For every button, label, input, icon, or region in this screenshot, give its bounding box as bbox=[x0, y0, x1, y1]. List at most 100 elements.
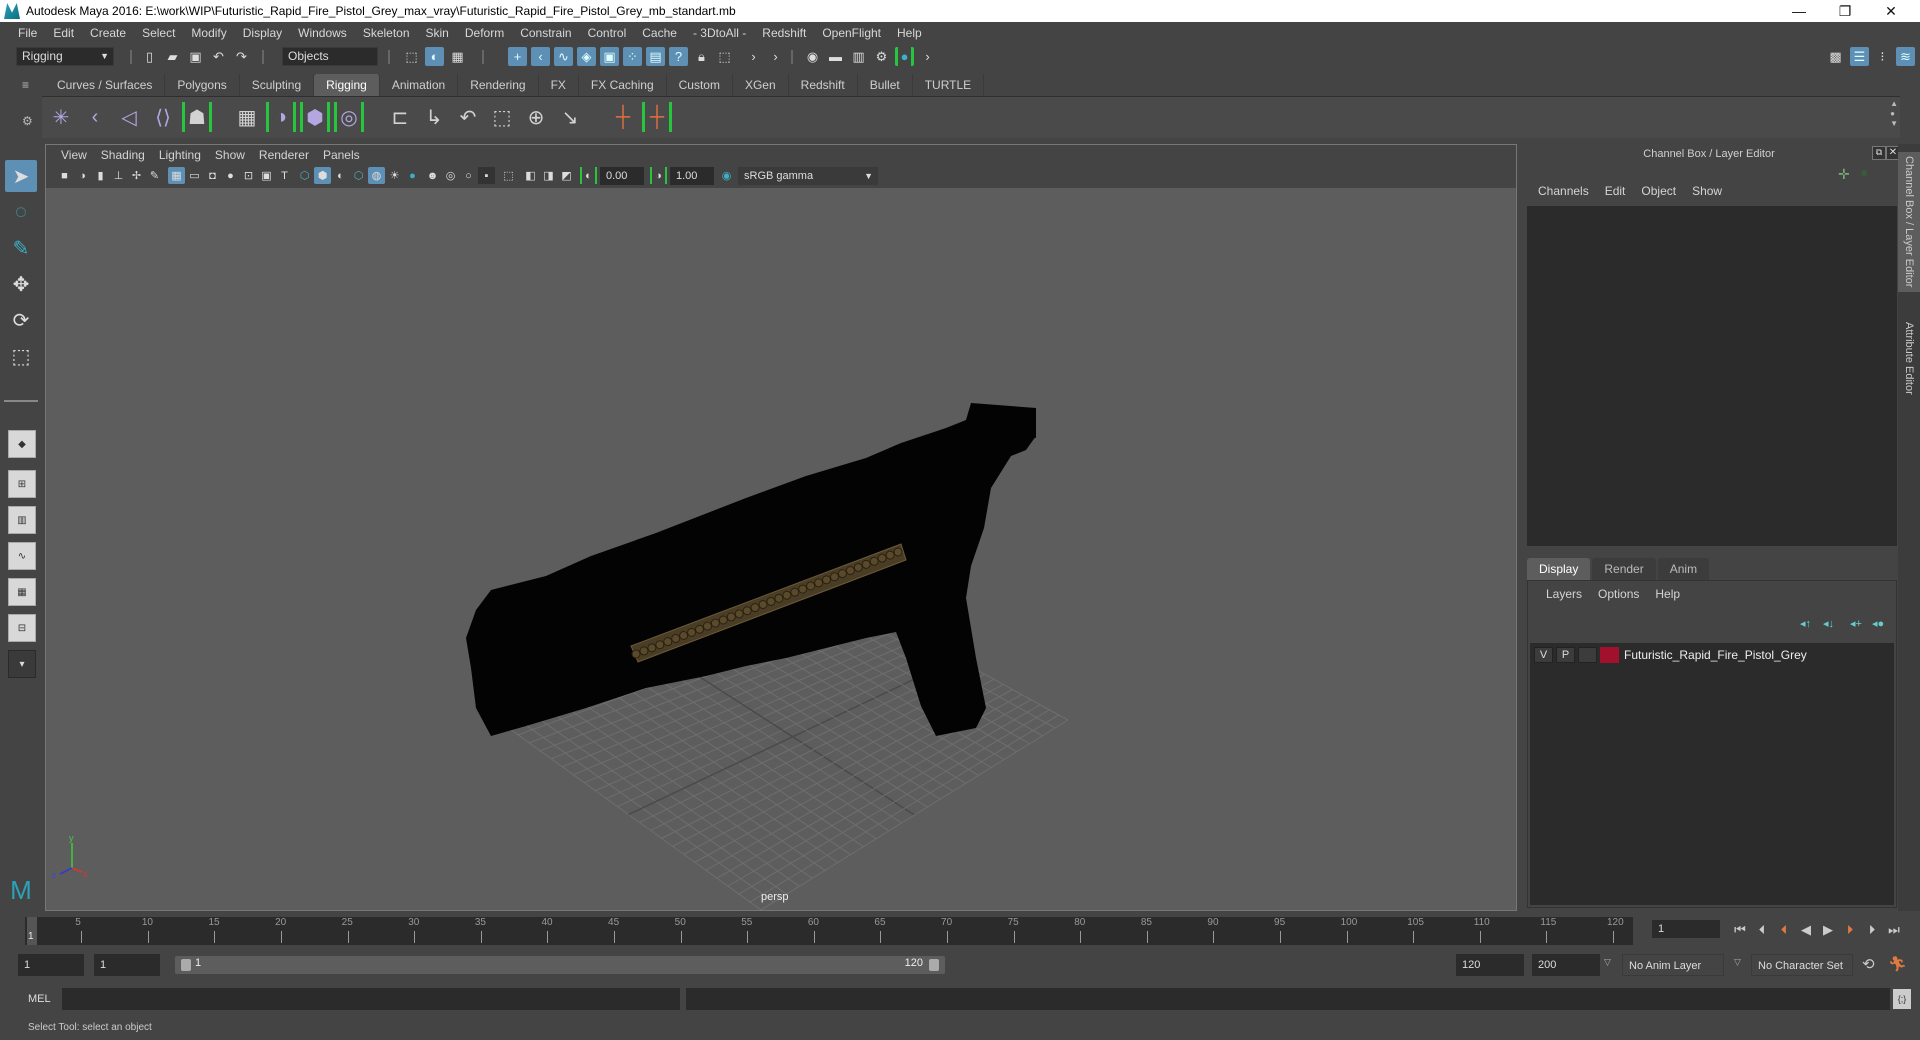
new-layer-icon[interactable]: ◂+ bbox=[1850, 617, 1862, 630]
viewport-menu-show[interactable]: Show bbox=[208, 148, 252, 162]
attribute-editor-toggle-icon[interactable]: ☰ bbox=[1850, 47, 1869, 66]
isolate-select-icon[interactable]: ⬚ bbox=[500, 167, 517, 184]
menu-display[interactable]: Display bbox=[235, 26, 290, 40]
persp-outliner-graph-layout-icon[interactable]: ⊟ bbox=[8, 614, 36, 642]
humanik-icon[interactable]: ☗ bbox=[182, 102, 212, 132]
shelf-tab-rendering[interactable]: Rendering bbox=[458, 74, 539, 96]
snap-grid-icon[interactable]: + bbox=[508, 47, 527, 66]
undo-icon[interactable]: ↶ bbox=[209, 47, 228, 66]
menu-control[interactable]: Control bbox=[580, 26, 635, 40]
shelf-tab-fx-caching[interactable]: FX Caching bbox=[578, 74, 667, 96]
snap-live-icon[interactable]: ▣ bbox=[600, 47, 619, 66]
gamma-field[interactable]: 1.00 bbox=[670, 167, 714, 185]
playback-end-field[interactable]: 120 bbox=[1456, 954, 1524, 976]
shelf-tab-sculpting[interactable]: Sculpting bbox=[239, 74, 315, 96]
lasso-tool-icon[interactable]: ◌ bbox=[5, 196, 37, 228]
default-material-icon[interactable]: ◐ bbox=[332, 167, 349, 184]
menu-modify[interactable]: Modify bbox=[183, 26, 234, 40]
go-to-start-icon[interactable]: ⏮ bbox=[1730, 922, 1750, 938]
animation-preferences-icon[interactable]: 🏃︎ bbox=[1888, 955, 1907, 973]
redo-icon[interactable]: ↷ bbox=[232, 47, 251, 66]
ipr-render-icon[interactable]: ▥ bbox=[849, 47, 868, 66]
new-layer-selected-icon[interactable]: ◂● bbox=[1872, 617, 1884, 630]
layer-menu-layers[interactable]: Layers bbox=[1538, 587, 1590, 601]
screen-space-ao-icon[interactable]: ☻ bbox=[424, 167, 441, 184]
close-button[interactable]: ✕ bbox=[1868, 0, 1914, 22]
film-gate-icon[interactable]: ▭ bbox=[186, 167, 203, 184]
help-snap-icon[interactable]: ? bbox=[669, 47, 688, 66]
hypershade-persp-layout-icon[interactable]: ▦ bbox=[8, 578, 36, 606]
render-settings-icon[interactable]: ⚙ bbox=[872, 47, 891, 66]
playback-start-field[interactable]: 1 bbox=[94, 954, 160, 976]
side-tab-channel-box[interactable]: Channel Box / Layer Editor bbox=[1898, 152, 1920, 292]
single-pane-layout-icon[interactable]: ◆ bbox=[8, 430, 36, 458]
ik-handle-icon[interactable]: ⟨⟩ bbox=[148, 102, 178, 132]
move-tool-icon[interactable]: ✥ bbox=[5, 268, 37, 300]
play-forwards-icon[interactable]: ▶ bbox=[1818, 922, 1838, 938]
step-back-key-icon[interactable]: ⏴ bbox=[1774, 922, 1794, 938]
shelf-tab-polygons[interactable]: Polygons bbox=[165, 74, 240, 96]
layer-menu-options[interactable]: Options bbox=[1590, 587, 1647, 601]
move-layer-down-icon[interactable]: ◂↓ bbox=[1823, 617, 1834, 630]
orient-constraint-icon[interactable]: ↶ bbox=[453, 102, 483, 132]
layer-color-swatch[interactable] bbox=[1600, 647, 1619, 663]
depth-of-field-icon[interactable]: ▪ bbox=[478, 167, 495, 184]
lock-icon[interactable]: 🔒︎ bbox=[692, 47, 711, 66]
float-panel-icon[interactable]: ⧉ bbox=[1872, 146, 1886, 160]
anti-aliasing-icon[interactable]: ○ bbox=[460, 167, 477, 184]
range-slider[interactable]: 1 120 bbox=[175, 956, 945, 974]
menu-redshift[interactable]: Redshift bbox=[754, 26, 814, 40]
menu-help[interactable]: Help bbox=[889, 26, 930, 40]
modeling-toolkit-icon[interactable]: ▩ bbox=[1826, 47, 1845, 66]
character-set-dropdown[interactable]: No Character Set bbox=[1751, 954, 1853, 976]
hypershade-icon[interactable]: ● bbox=[895, 47, 914, 66]
render-frame-icon[interactable]: ▬ bbox=[826, 47, 845, 66]
channel-menu-show[interactable]: Show bbox=[1684, 184, 1730, 198]
move-layer-up-icon[interactable]: ◂↑ bbox=[1800, 617, 1811, 630]
xray-joints-icon[interactable]: ◨ bbox=[540, 167, 557, 184]
time-slider[interactable]: 1 5 10 15 20 25 30 35 40 45 50 55 60 65 70 75 80 85 90 95 1… bbox=[25, 917, 1633, 945]
anim-layer-dropdown[interactable]: No Anim Layer bbox=[1622, 954, 1724, 976]
point-constraint-icon[interactable]: ↳ bbox=[419, 102, 449, 132]
cluster-icon[interactable]: ◎ bbox=[334, 102, 364, 132]
aim-constraint-icon[interactable]: ⊕ bbox=[521, 102, 551, 132]
viewport-menu-panels[interactable]: Panels bbox=[316, 148, 367, 162]
rotate-tool-icon[interactable]: ⟳ bbox=[5, 304, 37, 336]
create-joints-icon[interactable]: ✳ bbox=[46, 102, 76, 132]
command-language-label[interactable]: MEL bbox=[28, 993, 51, 1005]
menu-constrain[interactable]: Constrain bbox=[512, 26, 579, 40]
menu-windows[interactable]: Windows bbox=[290, 26, 355, 40]
save-scene-icon[interactable]: ▣ bbox=[186, 47, 205, 66]
current-frame-field[interactable]: 1 bbox=[1652, 920, 1720, 938]
viewport-menu-shading[interactable]: Shading bbox=[94, 148, 152, 162]
snap-point-icon[interactable]: ∿ bbox=[554, 47, 573, 66]
scale-tool-icon[interactable]: ⬚ bbox=[5, 340, 37, 372]
auto-key-icon[interactable]: ⟲ bbox=[1862, 955, 1875, 973]
menu-skin[interactable]: Skin bbox=[418, 26, 457, 40]
grid-toggle-icon[interactable]: ▦ bbox=[168, 167, 185, 184]
step-back-frame-icon[interactable]: ⏴ bbox=[1752, 922, 1772, 938]
scale-constraint-icon[interactable]: ⬚ bbox=[487, 102, 517, 132]
safe-action-icon[interactable]: ▣ bbox=[258, 167, 275, 184]
color-space-dropdown[interactable]: sRGB gamma ▼ bbox=[738, 167, 878, 185]
channel-box-toggle-icon[interactable]: ≋ bbox=[1896, 47, 1915, 66]
camera-select-icon[interactable]: ■ bbox=[56, 167, 73, 184]
color-management-toggle-icon[interactable]: ◉ bbox=[718, 167, 735, 184]
insert-joint-icon[interactable]: ‹ bbox=[80, 102, 110, 132]
channel-menu-object[interactable]: Object bbox=[1633, 184, 1684, 198]
gate-mask-icon[interactable]: ● bbox=[222, 167, 239, 184]
four-pane-layout-icon[interactable]: ⊞ bbox=[8, 470, 36, 498]
layer-name[interactable]: Futuristic_Rapid_Fire_Pistol_Grey bbox=[1624, 648, 1807, 662]
layer-display-type-toggle[interactable] bbox=[1578, 647, 1597, 663]
lattice-icon[interactable]: ⬢ bbox=[300, 102, 330, 132]
use-all-lights-icon[interactable]: ☀ bbox=[386, 167, 403, 184]
anim-layer-chevron-icon[interactable]: ▽ bbox=[1604, 957, 1611, 968]
shelf-settings-gear-icon[interactable]: ⚙ bbox=[22, 114, 36, 128]
pole-vector-constraint-icon[interactable]: ↘ bbox=[555, 102, 585, 132]
expand-arrow-icon[interactable]: › bbox=[744, 47, 763, 66]
shelf-scroll-icon[interactable]: ▲ ● ▼ bbox=[1890, 99, 1898, 129]
viewport-menu-renderer[interactable]: Renderer bbox=[252, 148, 316, 162]
layer-tab-render[interactable]: Render bbox=[1592, 558, 1656, 580]
layer-row[interactable]: V P Futuristic_Rapid_Fire_Pistol_Grey bbox=[1534, 646, 1807, 664]
shelf-tab-turtle[interactable]: TURTLE bbox=[912, 74, 985, 96]
